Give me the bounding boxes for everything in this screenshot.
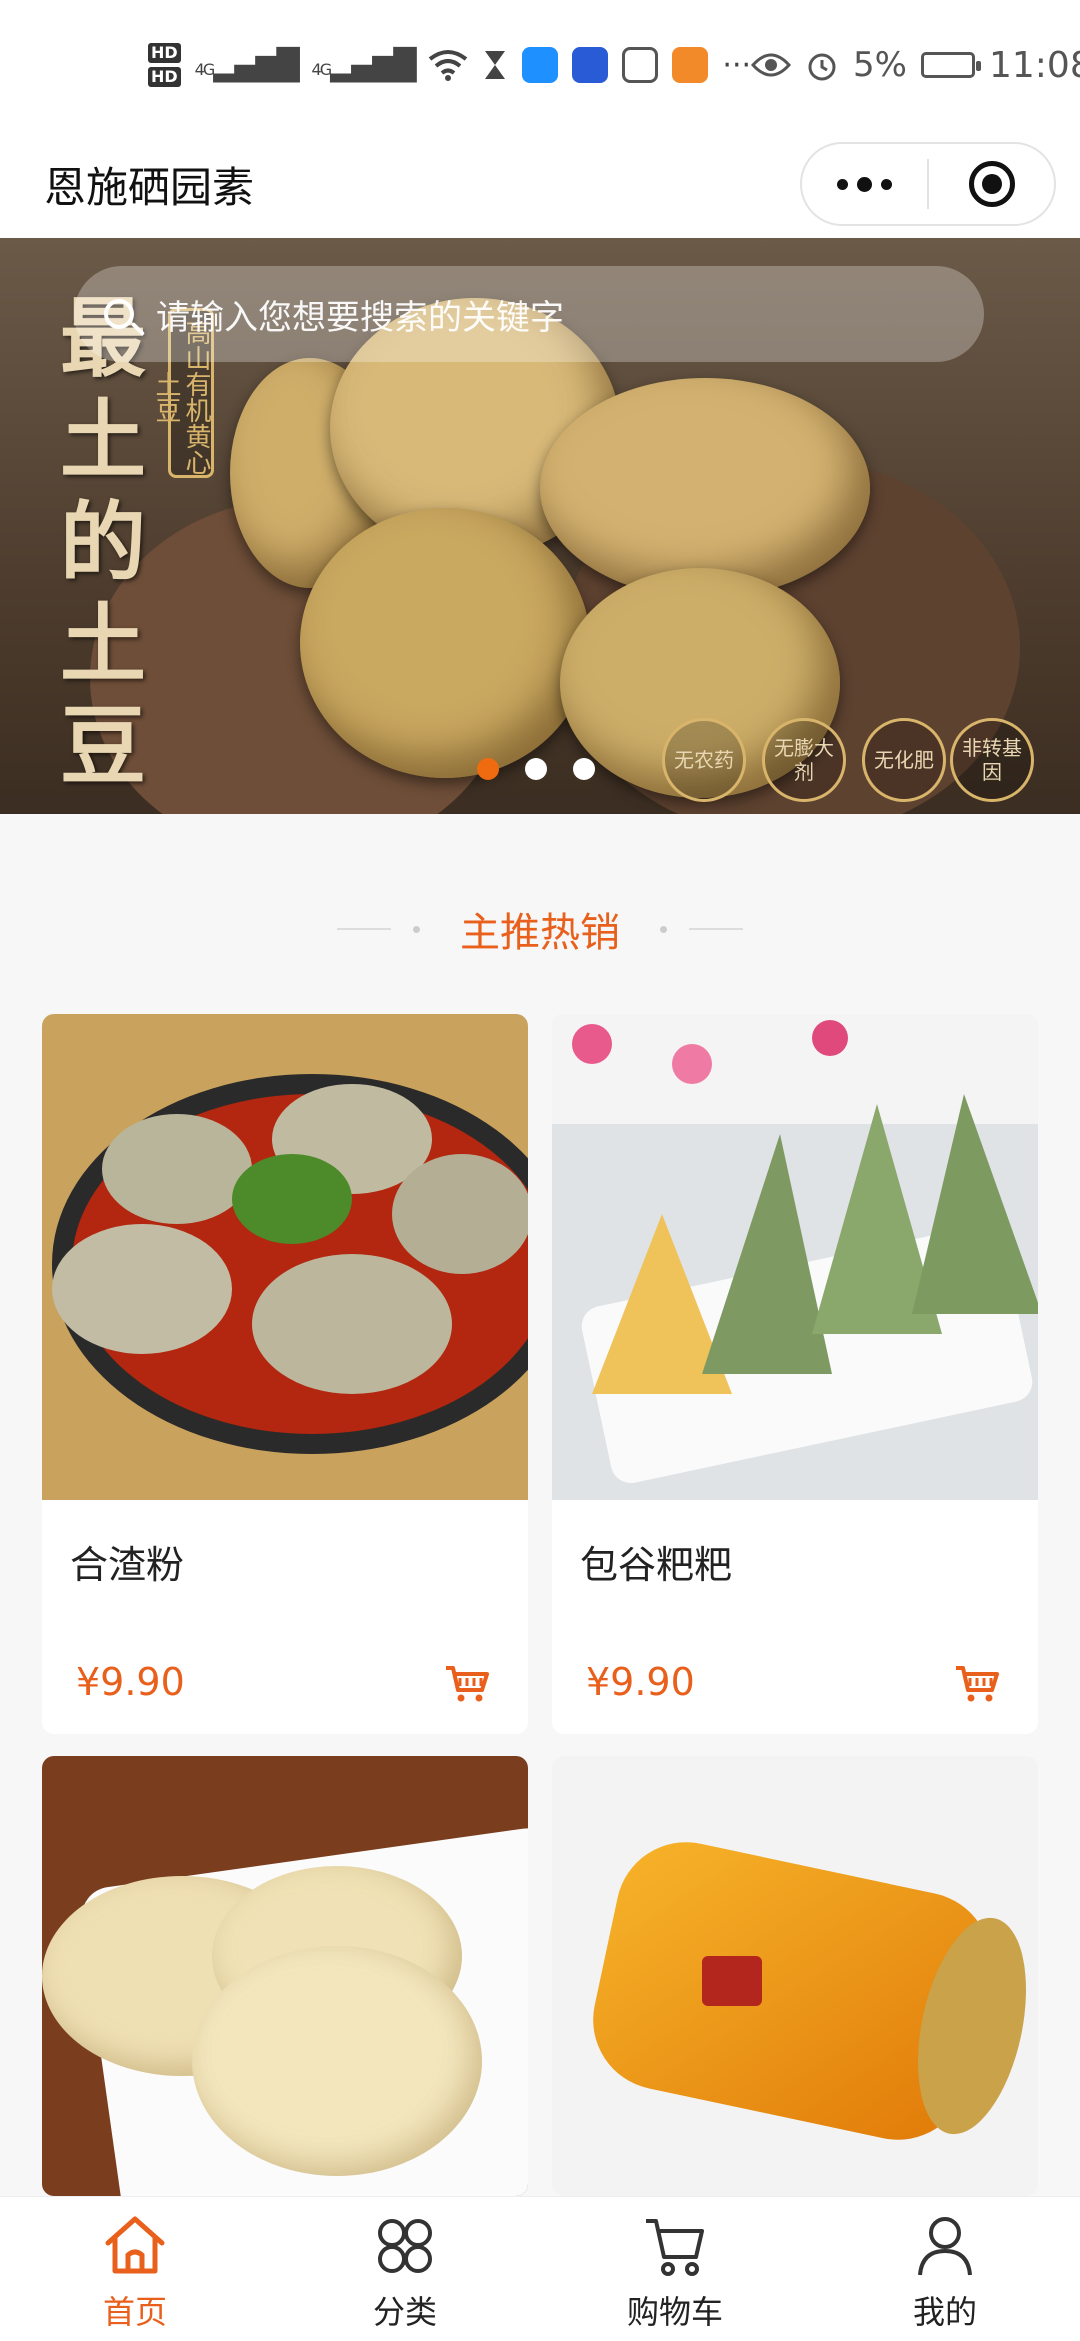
more-button[interactable] [802, 144, 927, 224]
product-card[interactable] [42, 1756, 528, 2196]
category-icon [378, 2219, 432, 2273]
eye-icon [751, 53, 792, 77]
search-bar[interactable]: 请输入您想要搜索的关键字 [74, 266, 984, 362]
pager-dot-active[interactable] [477, 758, 499, 780]
product-name: 包谷粑粑 [580, 1543, 733, 1587]
product-price: ¥9.90 [76, 1660, 185, 1704]
tab-mine[interactable]: 我的 [810, 2197, 1080, 2341]
product-image [42, 1014, 528, 1500]
tab-label: 我的 [912, 2293, 977, 2331]
tab-category[interactable]: 分类 [270, 2197, 540, 2341]
user-icon [918, 2217, 972, 2276]
clock-time: 11:08 [988, 44, 1080, 86]
product-card[interactable] [552, 1756, 1038, 2196]
badge-non-gmo: 非转基因 [950, 718, 1034, 802]
badge-no-swelling-agent: 无膨大剂 [762, 718, 846, 802]
status-bar: HD HD 4G▂▄▆█ 4G▂▄▆█ ··· 5% 11:08 [0, 0, 1080, 130]
search-icon [104, 299, 134, 329]
cart-icon[interactable] [954, 1664, 1000, 1704]
more-notifications: ··· [722, 47, 752, 83]
capsule-menu [800, 142, 1056, 226]
app-icon-you [572, 47, 609, 83]
app-icon-hand [622, 47, 659, 83]
status-right: 5% 11:08 [751, 45, 1080, 86]
headline-char: 的 [60, 492, 146, 593]
product-card[interactable]: 包谷粑粑 ¥9.90 [552, 1014, 1038, 1734]
potato-3 [540, 378, 870, 598]
signal-icon-1: 4G▂▄▆█ [194, 47, 300, 83]
cart-icon[interactable] [444, 1664, 490, 1704]
target-circle-icon [968, 161, 1015, 207]
tab-label: 首页 [102, 2293, 167, 2331]
signal-icon-2: 4G▂▄▆█ [311, 47, 417, 83]
banner-headline: 最 土 的 土 豆 [58, 288, 148, 798]
potato-4 [300, 508, 590, 778]
wifi-icon [429, 50, 468, 81]
headline-char: 土 [60, 390, 146, 491]
tab-cart[interactable]: 购物车 [540, 2197, 810, 2341]
page-title: 恩施硒园素 [44, 162, 255, 212]
badge-no-fertilizer: 无化肥 [862, 718, 946, 802]
tab-label: 分类 [372, 2293, 437, 2331]
divider-line [337, 928, 391, 930]
section-header: 主推热销 [0, 900, 1080, 958]
alarm-icon [808, 53, 836, 81]
tab-home[interactable]: 首页 [0, 2197, 270, 2341]
carousel-pager [477, 758, 595, 780]
headline-char: 土 [60, 594, 146, 695]
home-icon [105, 2216, 165, 2274]
divider-line [689, 928, 743, 930]
banner-carousel[interactable]: 最 土 的 土 豆 高山有机黄心土豆 无农药 无膨大剂 无化肥 非转基因 请输入… [0, 238, 1080, 814]
product-image [552, 1756, 1038, 2196]
hd1-label: HD [148, 43, 181, 63]
battery-percent: 5% [853, 45, 907, 85]
close-button[interactable] [929, 144, 1054, 224]
product-image [42, 1756, 528, 2196]
pager-dot[interactable] [525, 758, 547, 780]
app-icon-bird [522, 47, 559, 83]
product-price: ¥9.90 [586, 1660, 695, 1704]
hd2-label: HD [148, 67, 181, 87]
badge-no-pesticide: 无农药 [662, 718, 746, 802]
search-placeholder: 请输入您想要搜索的关键字 [156, 297, 564, 338]
headline-char: 豆 [60, 696, 146, 797]
more-dots-icon [837, 176, 892, 192]
status-left: HD HD 4G▂▄▆█ 4G▂▄▆█ ··· [148, 41, 751, 89]
mini-program-header: 恩施硒园素 [0, 130, 1080, 238]
pager-dot[interactable] [573, 758, 595, 780]
tab-label: 购物车 [626, 2293, 723, 2331]
divider-dot [660, 925, 667, 933]
hd-indicator: HD HD [148, 41, 181, 89]
battery-icon [920, 52, 981, 78]
divider-dot [413, 925, 420, 933]
product-name: 合渣粉 [70, 1543, 185, 1587]
app-icon-play [672, 47, 709, 83]
product-card[interactable]: 合渣粉 ¥9.90 [42, 1014, 528, 1734]
cart-icon [646, 2219, 704, 2276]
bottom-tab-bar: 首页 分类 购物车 我的 [0, 2196, 1080, 2341]
section-title: 主推热销 [460, 910, 620, 956]
product-image [552, 1014, 1038, 1500]
hourglass-icon [485, 51, 506, 79]
